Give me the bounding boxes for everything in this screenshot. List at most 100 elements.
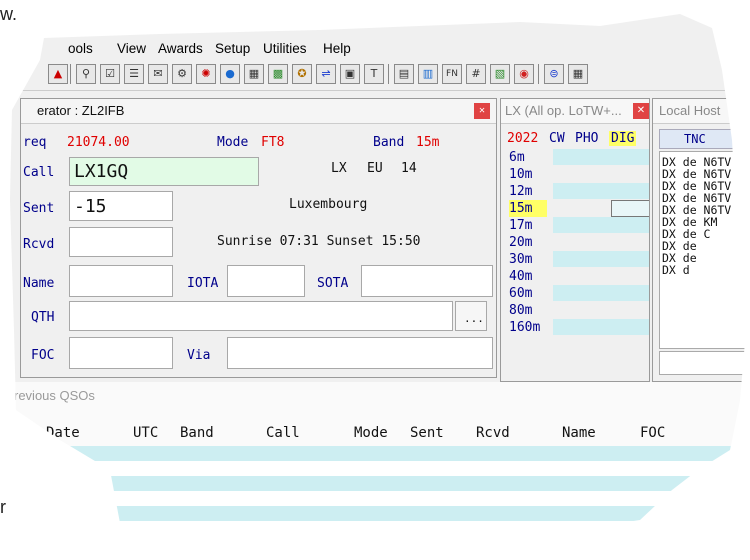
torn-screenshot: ools View Awards Setup Utilities Help ▲ … [0, 14, 750, 551]
menu-utilities[interactable]: Utilities [263, 41, 307, 56]
table-row[interactable] [10, 461, 746, 476]
table-row[interactable] [0, 536, 750, 551]
freq-value: 21074.00 [67, 135, 130, 150]
close-icon[interactable]: ✕ [474, 103, 490, 119]
call-value: LX1GQ [74, 161, 129, 182]
spot-list[interactable]: DX de N6TV DX de N6TV DX de N6TV DX de N6TV… [659, 151, 746, 349]
band-header-pho: PHO [575, 131, 599, 146]
col-call[interactable]: Call [266, 425, 300, 441]
more-icon[interactable]: ▦ [568, 64, 588, 84]
col-sent[interactable]: Sent [410, 425, 444, 441]
col-name[interactable]: Name [562, 425, 596, 441]
call-input[interactable]: LX1GQ [69, 157, 259, 186]
iota-input[interactable] [227, 265, 305, 297]
ball-icon[interactable]: ◉ [514, 64, 534, 84]
log-entry-window: erator : ZL2IFB ✕ req 21074.00 Mode FT8 … [20, 98, 497, 378]
band-status-cell [553, 166, 649, 182]
via-label: Via [187, 348, 211, 363]
via-input[interactable] [227, 337, 493, 369]
band-row-17m[interactable]: 17m [505, 217, 649, 234]
name-input[interactable] [69, 265, 173, 297]
globe-icon[interactable]: ● [220, 64, 240, 84]
call-label: Call [23, 165, 55, 180]
log-window-title: erator : ZL2IFB [21, 99, 496, 124]
table-row[interactable] [10, 521, 746, 535]
spot-line[interactable]: DX d [662, 264, 746, 276]
memory-icon[interactable]: ▣ [340, 64, 360, 84]
checklist-icon[interactable]: ☑ [100, 64, 120, 84]
freq-label: req [23, 135, 47, 150]
table-row[interactable] [10, 506, 746, 521]
band-selection-marker [611, 200, 649, 217]
table-row[interactable] [10, 491, 746, 506]
sota-input[interactable] [361, 265, 493, 297]
prefix: LX [331, 161, 347, 176]
band-row-12m[interactable]: 12m [505, 183, 649, 200]
table-row[interactable] [10, 476, 746, 491]
tuner-icon[interactable]: ▤ [394, 64, 414, 84]
satellite-icon[interactable]: ⇌ [316, 64, 336, 84]
band-status-cell [553, 268, 649, 284]
sent-label: Sent [23, 201, 55, 216]
tab-tnc[interactable]: TNC [659, 129, 746, 149]
menu-setup[interactable]: Setup [215, 41, 250, 56]
menu-help[interactable]: Help [323, 41, 351, 56]
dx-icon[interactable]: ▥ [418, 64, 438, 84]
stats-icon[interactable]: ▧ [490, 64, 510, 84]
band-row-10m[interactable]: 10m [505, 166, 649, 183]
band-row-15m[interactable]: 15m [505, 200, 649, 217]
map-icon[interactable]: ▩ [268, 64, 288, 84]
rotor-icon[interactable]: ⚙ [172, 64, 192, 84]
band-name: 160m [509, 320, 541, 335]
previous-qsos-panel: revious QSOs Date UTC Band Call Mode Sen… [0, 382, 750, 551]
col-foc[interactable]: FOC [640, 425, 665, 441]
band-header-dig: DIG [609, 131, 637, 146]
col-date[interactable]: Date [46, 425, 80, 441]
band-row-6m[interactable]: 6m [505, 149, 649, 166]
log-icon[interactable]: ☰ [124, 64, 144, 84]
qth-browse-button[interactable]: ... [455, 301, 487, 331]
foc-input[interactable] [69, 337, 173, 369]
command-input[interactable] [659, 351, 746, 375]
band-row-30m[interactable]: 30m [505, 251, 649, 268]
menu-tools[interactable]: ools [68, 41, 93, 56]
menu-view[interactable]: View [117, 41, 146, 56]
band-row-160m[interactable]: 160m [505, 319, 649, 336]
sent-input[interactable]: -15 [69, 191, 173, 221]
col-mode[interactable]: Mode [354, 425, 388, 441]
col-band[interactable]: Band [180, 425, 214, 441]
hash-icon[interactable]: # [466, 64, 486, 84]
contest-icon[interactable]: ⊜ [544, 64, 564, 84]
band-row-80m[interactable]: 80m [505, 302, 649, 319]
band-name: 12m [509, 184, 533, 199]
qsl-icon[interactable]: ✉ [148, 64, 168, 84]
text-icon[interactable]: T [364, 64, 384, 84]
band-window-title: LX (All op. LoTW+... [501, 99, 649, 124]
stray-text-top: w. [0, 4, 18, 24]
col-rcvd[interactable]: Rcvd [476, 425, 510, 441]
close-icon[interactable]: ✕ [633, 103, 649, 119]
band-status-cell [553, 302, 649, 318]
menu-awards[interactable]: Awards [158, 41, 203, 56]
grid-icon[interactable]: ▦ [244, 64, 264, 84]
country-name: Luxembourg [289, 197, 368, 212]
bandmap-icon[interactable]: ✺ [196, 64, 216, 84]
fn-icon[interactable]: FN [442, 64, 462, 84]
stray-text-bottom: r [0, 497, 6, 517]
qth-input[interactable] [69, 301, 453, 331]
band-row-60m[interactable]: 60m [505, 285, 649, 302]
band-name: 60m [509, 286, 533, 301]
tab-tnc-label: TNC [684, 132, 706, 146]
local-host-window: Local Host TNC DX de N6TV DX de N6TV DX de… [652, 98, 746, 382]
band-row-20m[interactable]: 20m [505, 234, 649, 251]
local-host-title: Local Host [653, 99, 746, 124]
rcvd-input[interactable] [69, 227, 173, 257]
rcvd-label: Rcvd [23, 237, 55, 252]
callbook-icon[interactable]: ⚲ [76, 64, 96, 84]
col-utc[interactable]: UTC [133, 425, 158, 441]
table-row[interactable] [10, 446, 746, 461]
award-icon[interactable]: ✪ [292, 64, 312, 84]
band-row-40m[interactable]: 40m [505, 268, 649, 285]
antenna-icon[interactable]: ▲ [48, 64, 68, 84]
toolbar-separator [538, 64, 539, 84]
